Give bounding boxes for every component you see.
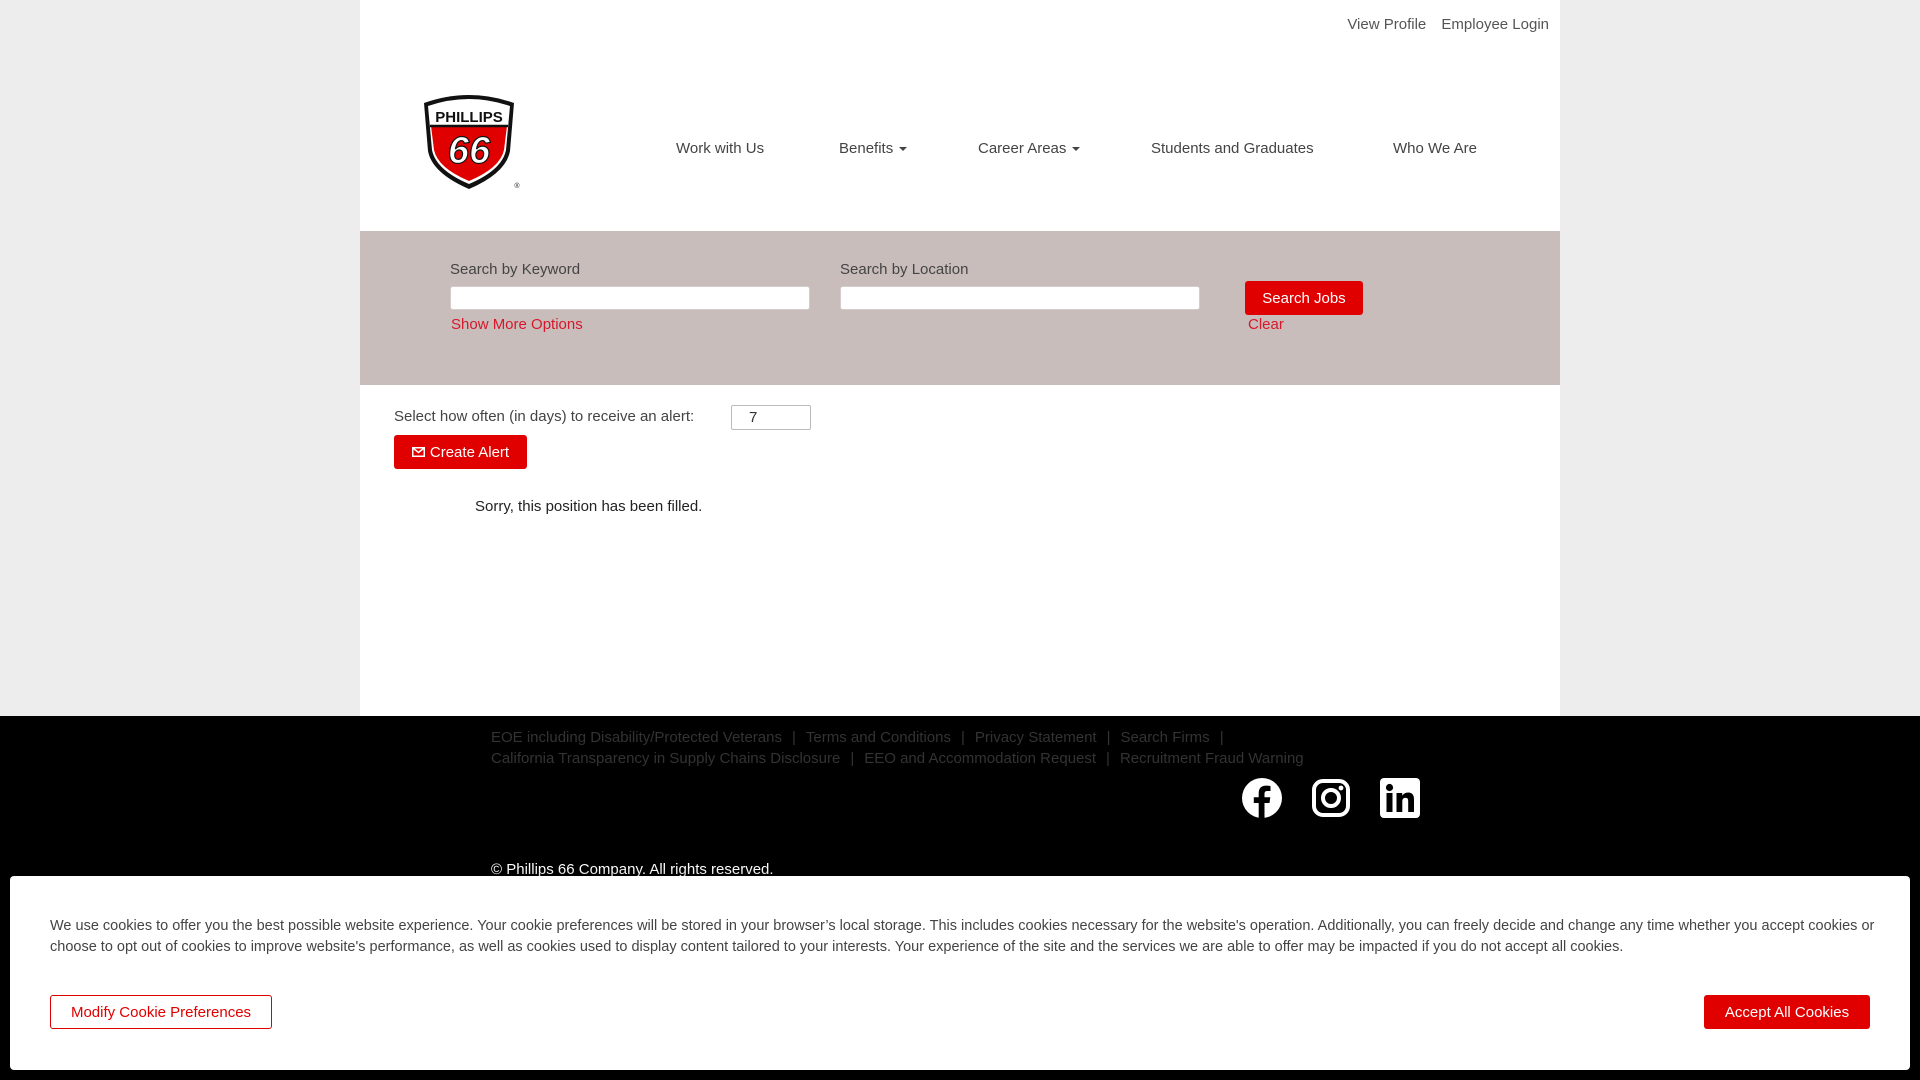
create-alert-label: Create Alert (429, 443, 510, 461)
nav-work-with-us[interactable]: Work with Us (676, 140, 764, 157)
location-input[interactable] (840, 286, 1200, 310)
alert-frequency-label: Select how often (in days) to receive an… (394, 408, 695, 425)
nav-students-and-graduates[interactable]: Students and Graduates (1151, 140, 1314, 157)
nav-career-areas-label: Career Areas (978, 140, 1067, 157)
linkedin-icon[interactable] (1379, 777, 1421, 819)
footer-link-search-firms[interactable]: Search Firms (1121, 729, 1210, 746)
nav-who-we-are[interactable]: Who We Are (1393, 140, 1477, 157)
create-alert-button[interactable]: Create Alert (394, 435, 527, 469)
nav-benefits[interactable]: Benefits (839, 140, 908, 157)
facebook-icon[interactable] (1241, 777, 1283, 819)
utility-links: View Profile Employee Login (1336, 16, 1549, 33)
keyword-input[interactable] (450, 286, 810, 310)
cookie-message: We use cookies to offer you the best pos… (50, 918, 1875, 955)
search-jobs-button[interactable]: Search Jobs (1245, 281, 1363, 315)
modify-cookie-preferences-button[interactable]: Modify Cookie Preferences (50, 995, 272, 1029)
nav-benefits-label: Benefits (839, 140, 894, 157)
nav-career-areas[interactable]: Career Areas (978, 140, 1081, 157)
caret-down-icon (899, 147, 908, 152)
footer-links-row-2: California Transparency in Supply Chains… (491, 750, 1304, 767)
page-container: View Profile Employee Login PHILLIPS 66 … (360, 0, 1560, 716)
keyword-label: Search by Keyword (450, 261, 581, 278)
footer-links-row-1: EOE including Disability/Protected Veter… (491, 729, 1224, 746)
footer-link-california[interactable]: California Transparency in Supply Chains… (491, 750, 840, 767)
main-nav: Work with Us Benefits Career Areas Stude… (360, 138, 1560, 160)
clear-link[interactable]: Clear (1248, 316, 1284, 333)
show-more-options-link[interactable]: Show More Options (451, 316, 583, 333)
location-label: Search by Location (840, 261, 969, 278)
search-band: Search by Keyword Show More Options Sear… (360, 231, 1560, 385)
caret-down-icon (1072, 147, 1081, 152)
alert-days-input[interactable]: 7 (731, 405, 811, 430)
position-filled-message: Sorry, this position has been filled. (475, 498, 703, 515)
footer-link-privacy[interactable]: Privacy Statement (975, 729, 1097, 746)
view-profile-link[interactable]: View Profile (1347, 16, 1426, 33)
footer-link-eeo[interactable]: EEO and Accommodation Request (864, 750, 1096, 767)
accept-all-cookies-button[interactable]: Accept All Cookies (1704, 995, 1870, 1029)
footer-link-eoe[interactable]: EOE including Disability/Protected Veter… (491, 729, 782, 746)
envelope-icon (411, 447, 425, 457)
cookie-banner: We use cookies to offer you the best pos… (10, 876, 1910, 1070)
logo-brand-text: PHILLIPS (435, 109, 503, 126)
registered-mark: ® (514, 182, 520, 190)
footer-link-terms[interactable]: Terms and Conditions (806, 729, 951, 746)
instagram-icon[interactable] (1310, 777, 1352, 819)
footer-link-fraud[interactable]: Recruitment Fraud Warning (1120, 750, 1304, 767)
employee-login-link[interactable]: Employee Login (1441, 16, 1549, 33)
